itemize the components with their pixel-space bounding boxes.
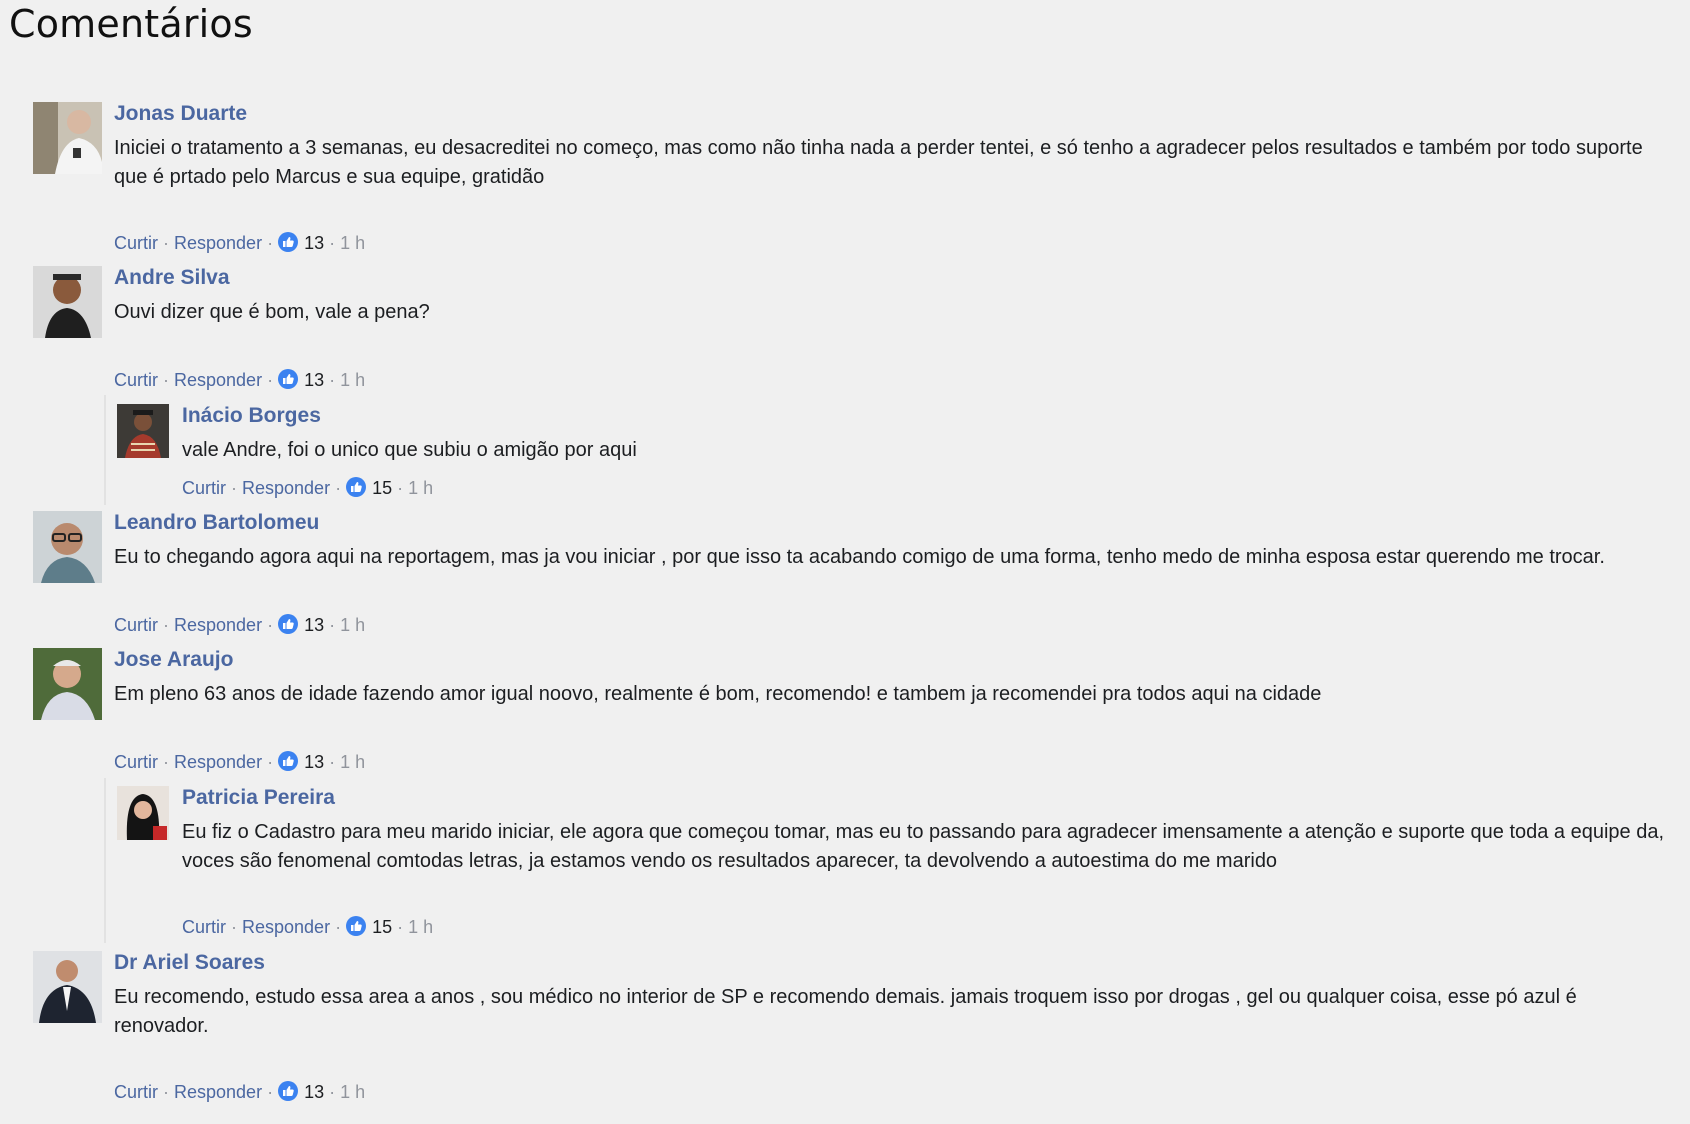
separator: · (335, 478, 342, 498)
reply-button[interactable]: Responder (174, 615, 262, 635)
author-name[interactable]: Andre Silva (114, 266, 1674, 290)
like-button[interactable]: Curtir (182, 478, 226, 498)
comment-actions: Curtir · Responder · 13 · 1 h (114, 1081, 365, 1103)
separator: · (163, 370, 169, 390)
like-count: 13 (304, 615, 325, 635)
comment-text: Eu recomendo, estudo essa area a anos , … (114, 986, 1577, 1037)
author-name[interactable]: Patricia Pereira (182, 786, 1682, 810)
separator: · (329, 233, 336, 253)
thumbs-up-icon (278, 751, 299, 771)
separator: · (267, 233, 274, 253)
avatar[interactable] (117, 404, 169, 458)
separator: · (329, 615, 336, 635)
like-count: 15 (372, 478, 393, 498)
timestamp: 1 h (340, 752, 366, 772)
author-name[interactable]: Dr Ariel Soares (114, 951, 1674, 975)
like-button[interactable]: Curtir (114, 752, 158, 772)
like-button[interactable]: Curtir (114, 233, 158, 253)
separator: · (163, 1082, 169, 1102)
like-count: 13 (304, 1082, 325, 1102)
comments-page: Comentários Jonas Duarte Iniciei o trata… (0, 0, 1690, 1124)
thumbs-up-icon (278, 232, 299, 252)
separator: · (231, 917, 237, 937)
thumbs-up-icon (278, 1081, 299, 1101)
reply-button[interactable]: Responder (174, 752, 262, 772)
timestamp: 1 h (340, 1082, 366, 1102)
avatar[interactable] (33, 951, 102, 1023)
separator: · (267, 752, 274, 772)
comment-actions: Curtir · Responder · 13 · 1 h (114, 614, 365, 636)
comment-actions: Curtir · Responder · 13 · 1 h (114, 369, 365, 391)
comment-text: Iniciei o tratamento a 3 semanas, eu des… (114, 137, 1643, 188)
comment-text: Eu to chegando agora aqui na reportagem,… (114, 546, 1605, 568)
thumbs-up-icon (278, 614, 299, 634)
reply-button[interactable]: Responder (174, 1082, 262, 1102)
reply-button[interactable]: Responder (242, 478, 330, 498)
reply-button[interactable]: Responder (242, 917, 330, 937)
comment-actions: Curtir · Responder · 13 · 1 h (114, 232, 365, 254)
separator: · (267, 615, 274, 635)
like-button[interactable]: Curtir (182, 917, 226, 937)
timestamp: 1 h (340, 233, 366, 253)
comment-text: Eu fiz o Cadastro para meu marido inicia… (182, 821, 1665, 872)
comment-actions: Curtir · Responder · 15 · 1 h (182, 477, 433, 499)
like-button[interactable]: Curtir (114, 370, 158, 390)
separator: · (163, 233, 169, 253)
author-name[interactable]: Jose Araujo (114, 648, 1674, 672)
avatar[interactable] (33, 266, 102, 338)
separator: · (329, 1082, 336, 1102)
thumbs-up-icon (346, 916, 367, 936)
author-name[interactable]: Leandro Bartolomeu (114, 511, 1690, 535)
avatar[interactable] (33, 102, 102, 174)
separator: · (267, 370, 274, 390)
timestamp: 1 h (408, 478, 434, 498)
like-count: 13 (304, 752, 325, 772)
timestamp: 1 h (340, 615, 366, 635)
like-button[interactable]: Curtir (114, 1082, 158, 1102)
separator: · (329, 370, 336, 390)
author-name[interactable]: Inácio Borges (182, 404, 1672, 428)
like-count: 15 (372, 917, 393, 937)
like-count: 13 (304, 370, 325, 390)
avatar[interactable] (33, 648, 102, 720)
avatar[interactable] (33, 511, 102, 583)
thumbs-up-icon (346, 477, 367, 497)
comment-text: Ouvi dizer que é bom, vale a pena? (114, 301, 430, 323)
comment-actions: Curtir · Responder · 15 · 1 h (182, 916, 433, 938)
timestamp: 1 h (340, 370, 366, 390)
reply-button[interactable]: Responder (174, 233, 262, 253)
avatar[interactable] (117, 786, 169, 840)
separator: · (397, 917, 404, 937)
reply-button[interactable]: Responder (174, 370, 262, 390)
separator: · (231, 478, 237, 498)
separator: · (329, 752, 336, 772)
author-name[interactable]: Jonas Duarte (114, 102, 1674, 126)
thread-line (104, 395, 106, 505)
like-count: 13 (304, 233, 325, 253)
separator: · (335, 917, 342, 937)
comment-actions: Curtir · Responder · 13 · 1 h (114, 751, 365, 773)
comment-text: vale Andre, foi o unico que subiu o amig… (182, 439, 637, 461)
separator: · (163, 752, 169, 772)
timestamp: 1 h (408, 917, 434, 937)
separator: · (267, 1082, 274, 1102)
thread-line (104, 778, 106, 943)
section-title: Comentários (9, 2, 253, 46)
like-button[interactable]: Curtir (114, 615, 158, 635)
separator: · (163, 615, 169, 635)
separator: · (397, 478, 404, 498)
comment-text: Em pleno 63 anos de idade fazendo amor i… (114, 683, 1322, 705)
thumbs-up-icon (278, 369, 299, 389)
